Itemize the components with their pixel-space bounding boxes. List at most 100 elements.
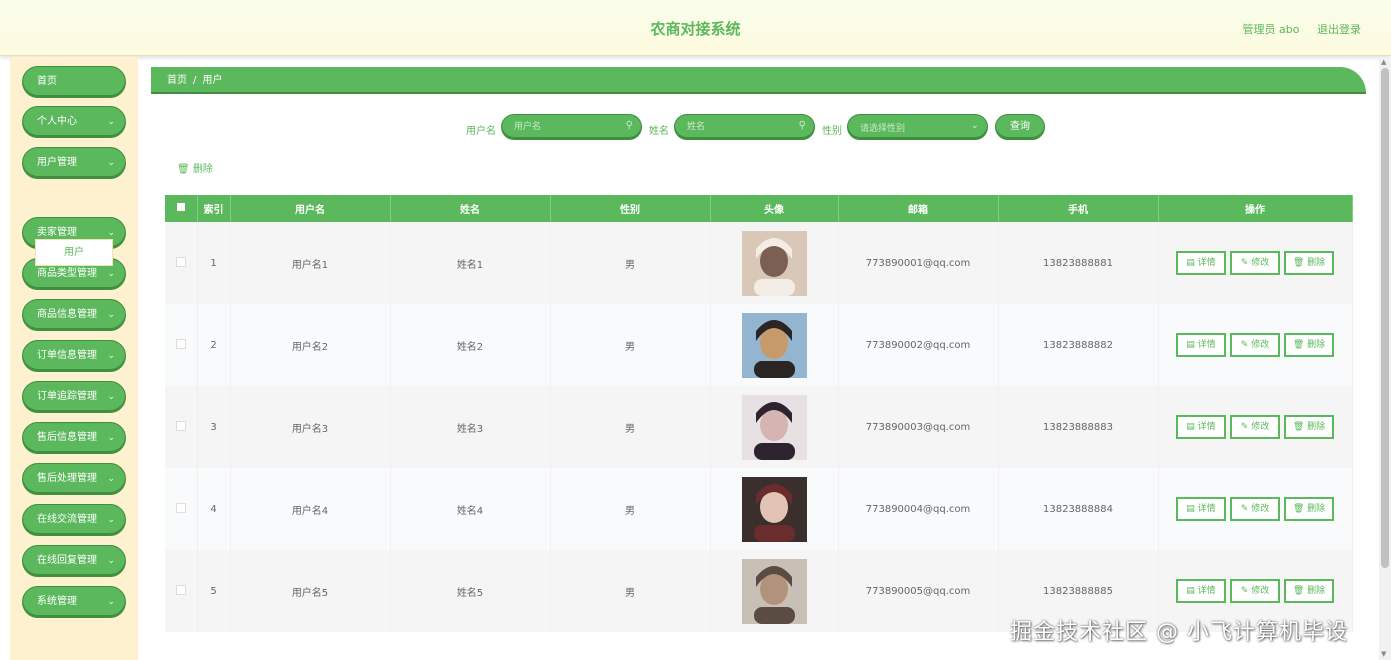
sidebar-item-label: 首页 [37,76,57,87]
sidebar-item-label: 个人中心 [37,116,77,127]
edit-button[interactable]: ✎ 修改 [1230,333,1280,357]
document-icon: ▤ [1186,422,1198,432]
header-email: 邮箱 [838,195,999,222]
sidebar-item-3[interactable]: 用户管理 ⌄ [22,147,126,179]
sidebar-item-label: 用户管理 [37,157,77,168]
avatar [741,394,807,460]
detail-button[interactable]: ▤ 详情 [1176,415,1226,439]
cell-avatar [710,468,839,550]
cell-name: 姓名5 [390,550,551,632]
name-input[interactable] [675,115,814,139]
sidebar-item-label: 系统管理 [37,596,77,607]
edit-button[interactable]: ✎ 修改 [1230,579,1280,603]
name-search-input[interactable]: ⚲ [674,114,815,140]
detail-button-label: 详情 [1197,258,1216,268]
cell-gender: 男 [550,550,711,632]
cell-gender: 男 [550,304,711,386]
chevron-down-icon: ⌄ [107,392,115,402]
sidebar-item-label: 订单信息管理 [37,350,97,361]
row-checkbox[interactable] [165,468,198,550]
row-checkbox[interactable] [165,386,198,468]
row-checkbox[interactable] [165,304,198,386]
delete-button-label: 删除 [1307,422,1326,432]
gender-select[interactable]: 请选择性别 ⌄ [847,114,988,140]
sidebar-item-label: 商品信息管理 [37,309,97,320]
detail-button[interactable]: ▤ 详情 [1176,333,1226,357]
batch-delete-button[interactable]: 🗑 删除 [177,160,213,175]
cell-username: 用户名5 [230,550,391,632]
detail-button[interactable]: ▤ 详情 [1176,579,1226,603]
cell-phone: 13823888884 [998,468,1159,550]
cell-index: 3 [197,386,231,468]
document-icon: ▤ [1186,340,1198,350]
edit-button[interactable]: ✎ 修改 [1230,251,1280,275]
header-username: 用户名 [230,195,391,222]
logout-link[interactable]: 退出登录 [1317,23,1361,36]
scroll-down-icon[interactable]: ▼ [1381,650,1386,658]
edit-button-label: 修改 [1251,340,1270,350]
header-name: 姓名 [390,195,551,222]
cell-email: 773890002@qq.com [838,304,999,386]
sidebar-item-7[interactable]: 订单信息管理 ⌄ [22,340,126,372]
delete-button[interactable]: 🗑 删除 [1284,497,1334,521]
scroll-up-icon[interactable]: ▲ [1381,58,1386,66]
detail-button[interactable]: ▤ 详情 [1176,251,1226,275]
sidebar-item-10[interactable]: 售后处理管理 ⌄ [22,463,126,495]
trash-icon: 🗑 [1292,504,1308,514]
header-gender: 性别 [550,195,711,222]
chevron-down-icon: ⌄ [107,351,115,361]
submenu-item-users[interactable]: 用户 [35,239,113,266]
cell-avatar [710,550,839,632]
username-search-input[interactable]: ⚲ [501,114,642,140]
select-all-checkbox[interactable] [165,195,198,222]
sidebar-item-11[interactable]: 在线交流管理 ⌄ [22,504,126,536]
detail-button[interactable]: ▤ 详情 [1176,497,1226,521]
cell-actions: ▤ 详情 ✎ 修改 🗑 删除 [1158,386,1353,468]
detail-button-label: 详情 [1197,422,1216,432]
pencil-icon: ✎ [1240,422,1252,432]
chevron-down-icon: ⌄ [107,556,115,566]
breadcrumb-current: 用户 [202,75,223,86]
delete-button[interactable]: 🗑 删除 [1284,415,1334,439]
cell-avatar [710,386,839,468]
query-button[interactable]: 查询 [995,114,1045,140]
breadcrumb-home[interactable]: 首页 [167,75,187,86]
delete-button[interactable]: 🗑 删除 [1284,251,1334,275]
sidebar-item-12[interactable]: 在线回复管理 ⌄ [22,545,126,577]
cell-name: 姓名1 [390,222,551,304]
delete-button[interactable]: 🗑 删除 [1284,579,1334,603]
cell-phone: 13823888883 [998,386,1159,468]
sidebar-item-6[interactable]: 商品信息管理 ⌄ [22,299,126,331]
pencil-icon: ✎ [1240,340,1252,350]
search-icon: ⚲ [625,120,633,131]
edit-button[interactable]: ✎ 修改 [1230,415,1280,439]
sidebar-item-8[interactable]: 订单追踪管理 ⌄ [22,381,126,413]
sidebar-item-13[interactable]: 系统管理 ⌄ [22,586,126,618]
detail-button-label: 详情 [1197,340,1216,350]
gender-select-placeholder: 请选择性别 [860,124,906,134]
sidebar-item-label: 卖家管理 [37,227,77,238]
delete-button[interactable]: 🗑 删除 [1284,333,1334,357]
table-row: 1 用户名1 姓名1 男 773890001@qq.com 13823888881 ▤ 详情… [165,222,1353,304]
chevron-down-icon: ⌄ [107,597,115,607]
sidebar-item-label: 售后信息管理 [37,432,97,443]
sidebar-item-label: 订单追踪管理 [37,391,97,402]
cell-email: 773890001@qq.com [838,222,999,304]
row-checkbox[interactable] [165,550,198,632]
sidebar-item-2[interactable]: 个人中心 ⌄ [22,106,126,138]
breadcrumb-separator: / [193,75,197,86]
sidebar: 首页 个人中心 ⌄ 用户管理 ⌄ 卖家管理 ⌄ 商品类型管理 ⌄ 商品信息管理 ⌄ 订单信息管理 ⌄ 订单… [10,57,138,660]
cell-email: 773890005@qq.com [838,550,999,632]
table-header-row: 索引 用户名 姓名 性别 头像 邮箱 手机 操作 [165,195,1353,222]
batch-delete-label: 删除 [192,164,213,175]
sidebar-item-1[interactable]: 首页 [22,66,126,98]
cell-avatar [710,222,839,304]
admin-user-label[interactable]: 管理员 abo [1243,23,1300,36]
edit-button-label: 修改 [1251,504,1270,514]
edit-button[interactable]: ✎ 修改 [1230,497,1280,521]
sidebar-item-9[interactable]: 售后信息管理 ⌄ [22,422,126,454]
row-checkbox[interactable] [165,222,198,304]
scrollbar-thumb[interactable] [1381,68,1389,568]
cell-username: 用户名3 [230,386,391,468]
username-input[interactable] [502,115,641,139]
